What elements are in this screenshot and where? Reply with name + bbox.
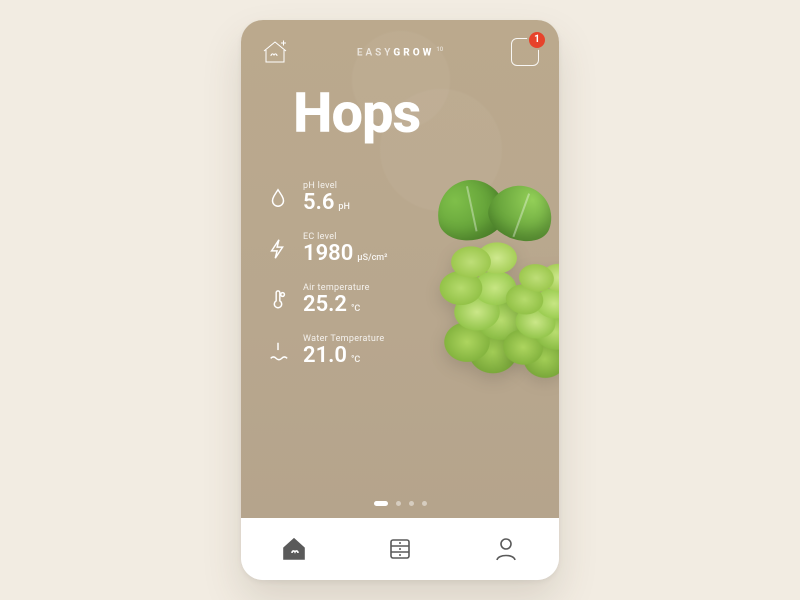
page-dot-4[interactable] xyxy=(422,501,427,506)
home-leaf-icon xyxy=(280,535,308,563)
user-icon xyxy=(492,535,520,563)
phone-frame: EASYGROW10 1 Hops pH xyxy=(241,20,559,580)
bottom-tab-bar xyxy=(241,518,559,580)
brand-grow: GROW xyxy=(393,47,434,58)
metric-air-temp: Air temperature 25.2°C xyxy=(267,283,559,316)
metric-value: 25.2°C xyxy=(303,293,370,316)
tab-home[interactable] xyxy=(277,532,311,566)
page-indicator xyxy=(241,501,559,506)
tab-storage[interactable] xyxy=(383,532,417,566)
metric-water-temp: Water Temperature 21.0°C xyxy=(267,334,559,367)
page-dot-1[interactable] xyxy=(374,501,388,506)
plant-title: Hops xyxy=(241,74,559,146)
brand-easy: EASY xyxy=(357,47,394,58)
metric-ec: EC level 1980µS/cm² xyxy=(267,232,559,265)
tab-profile[interactable] xyxy=(489,532,523,566)
page-dot-2[interactable] xyxy=(396,501,401,506)
metrics-list: pH level 5.6pH EC level 1980µS/cm² xyxy=(241,181,559,367)
plant-card: EASYGROW10 1 Hops pH xyxy=(241,20,559,518)
droplet-icon xyxy=(267,187,289,209)
drawers-icon xyxy=(386,535,414,563)
thermometer-icon xyxy=(267,289,289,311)
brand-sup: 10 xyxy=(436,46,443,53)
metric-ph: pH level 5.6pH xyxy=(267,181,559,214)
app-stage: EASYGROW10 1 Hops pH xyxy=(0,0,800,600)
metric-value: 1980µS/cm² xyxy=(303,242,387,265)
bolt-icon xyxy=(267,238,289,260)
brand-logo: EASYGROW10 xyxy=(357,46,443,58)
house-plus-icon xyxy=(261,39,289,65)
add-greenhouse-button[interactable] xyxy=(261,39,289,65)
top-bar: EASYGROW10 1 xyxy=(241,20,559,74)
metric-value: 21.0°C xyxy=(303,344,385,367)
water-temp-icon xyxy=(267,340,289,362)
metric-value: 5.6pH xyxy=(303,191,350,214)
page-dot-3[interactable] xyxy=(409,501,414,506)
notifications-button[interactable]: 1 xyxy=(511,38,539,66)
notification-badge: 1 xyxy=(529,32,545,48)
